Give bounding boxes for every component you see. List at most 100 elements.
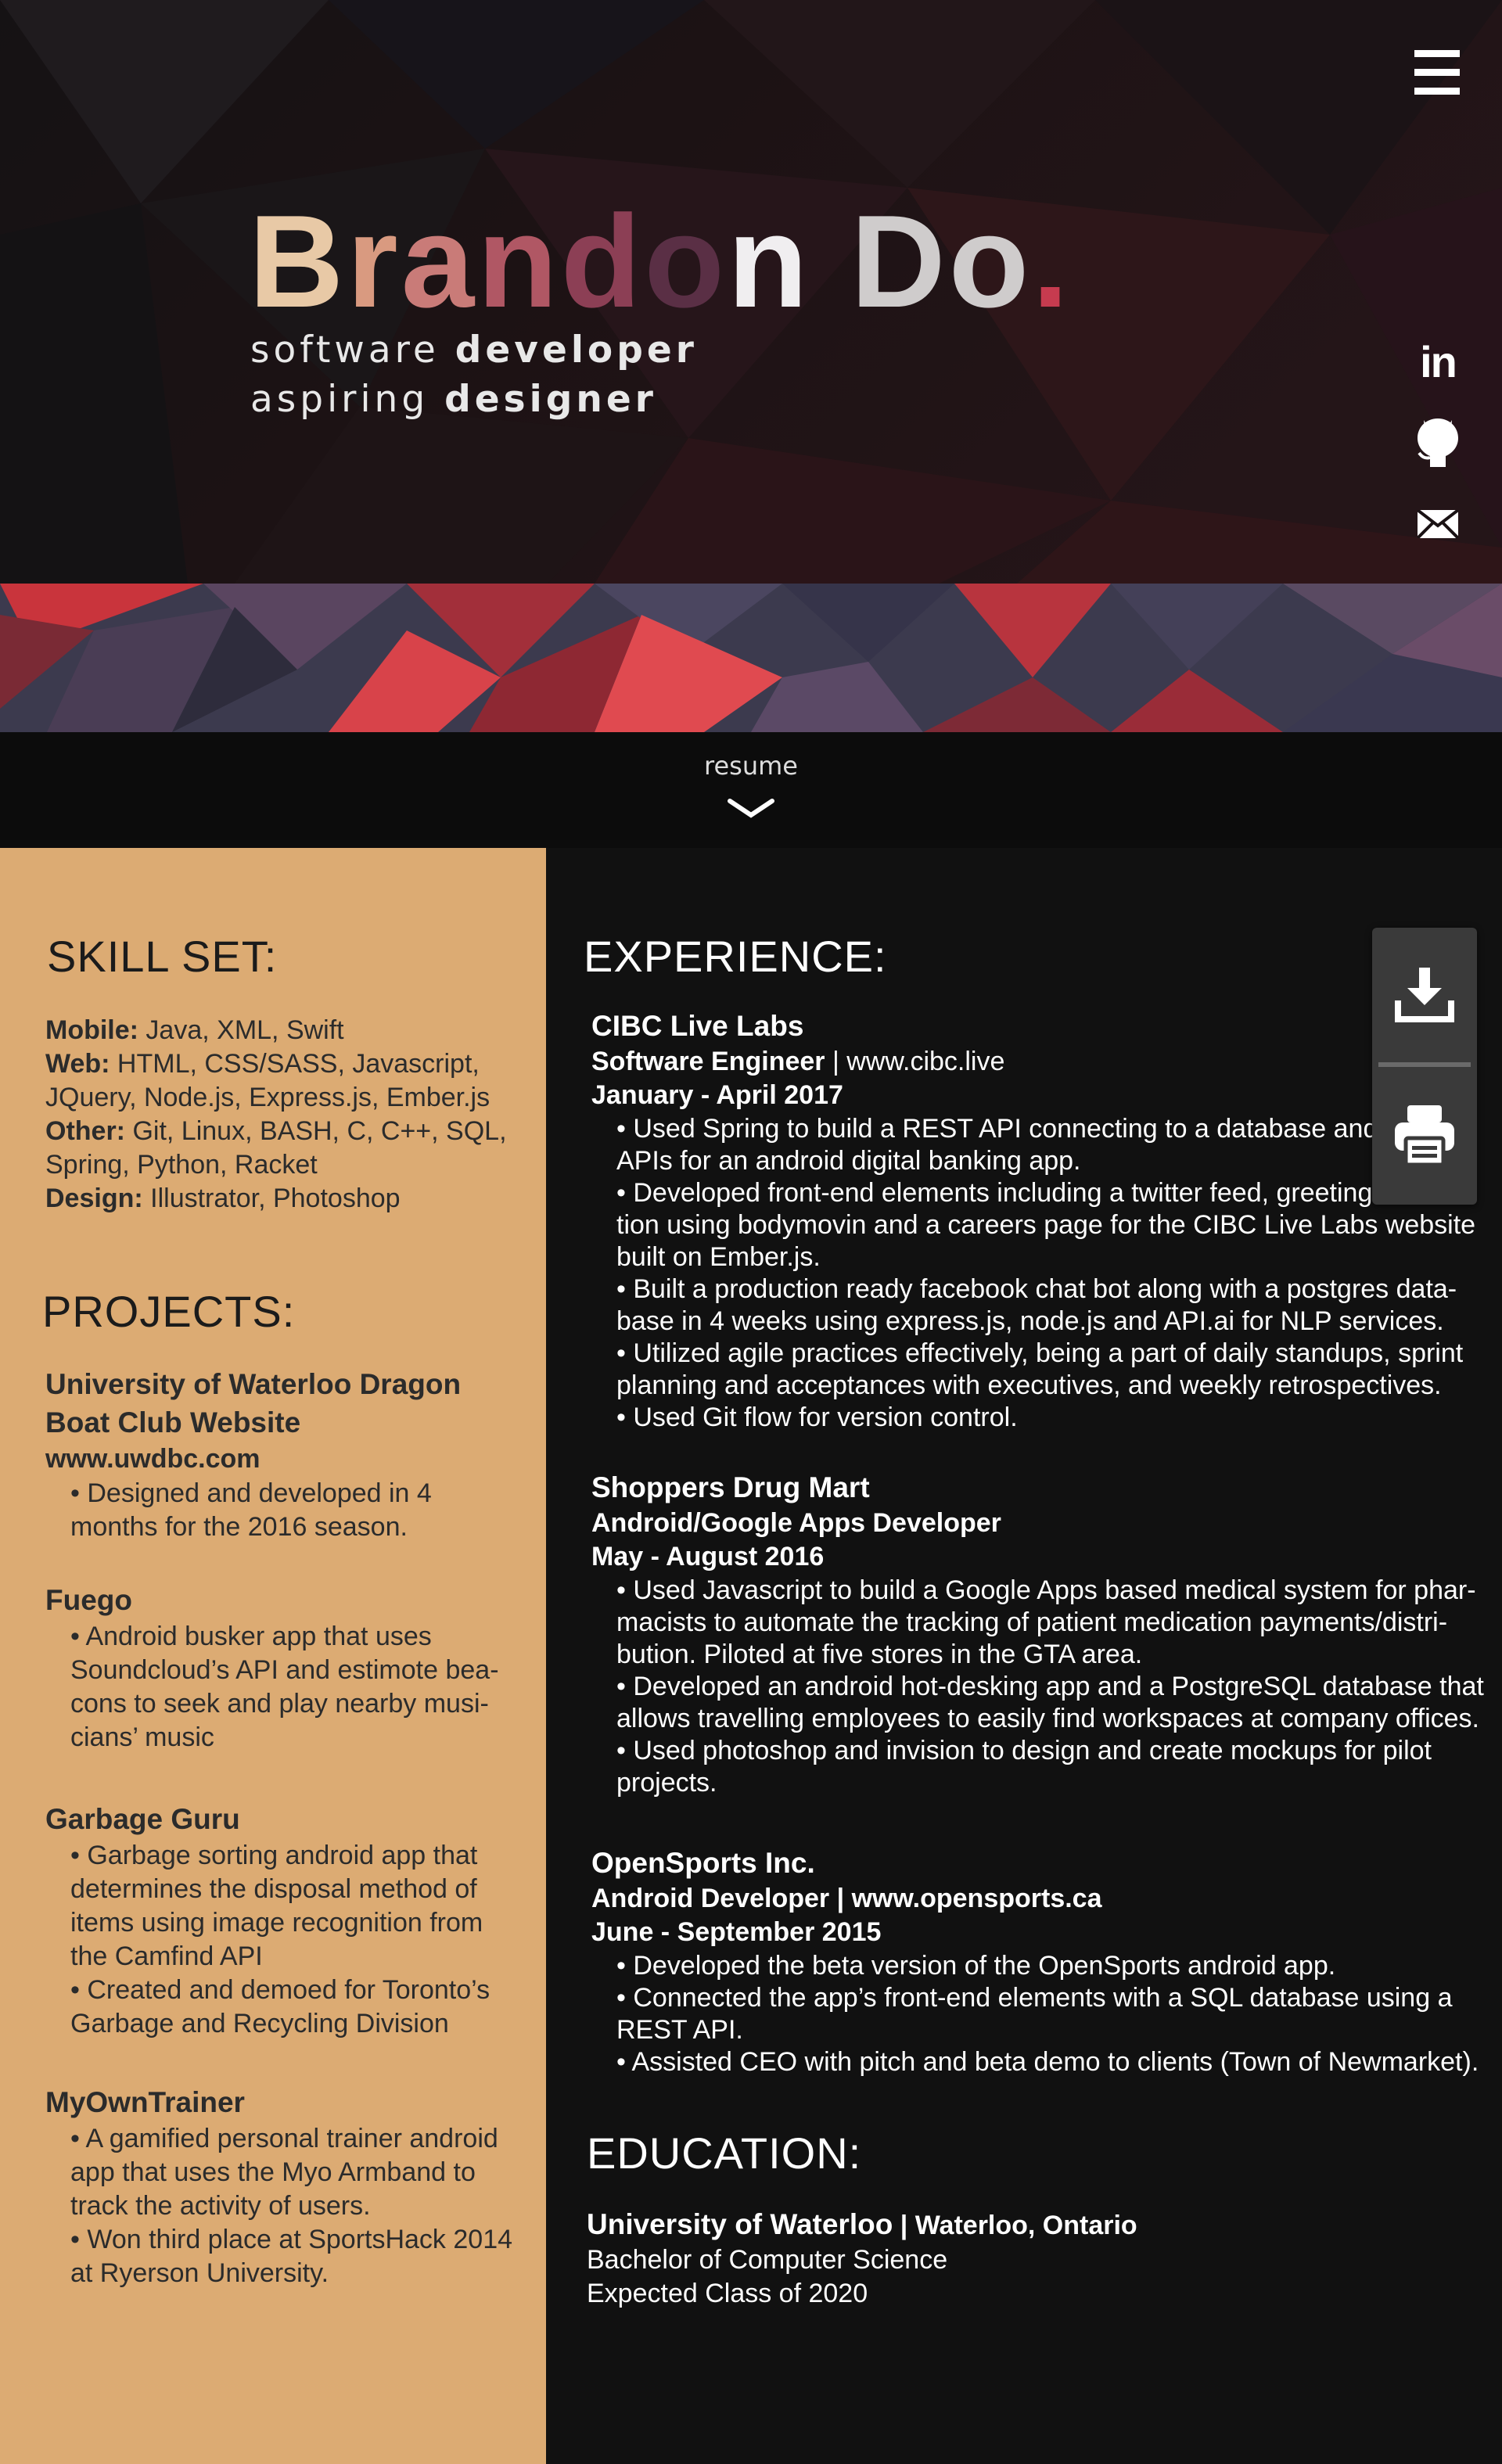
hero-name-letter: a xyxy=(401,188,478,335)
job-bullet: • Used Git flow for version control. xyxy=(616,1403,1018,1432)
linkedin-icon: in xyxy=(1420,336,1457,386)
hero-name-letter xyxy=(811,196,851,327)
job-bullet: tion using bodymovin and a careers page … xyxy=(616,1210,1476,1240)
printer-icon xyxy=(1395,1105,1454,1167)
job-role-link[interactable]: | www.opensports.ca xyxy=(829,1884,1102,1913)
resume-scroll-bar[interactable] xyxy=(0,732,1502,848)
project-title: Boat Club Website xyxy=(45,1406,301,1439)
project-desc: at Ryerson University. xyxy=(70,2258,329,2288)
project-desc: items using image recognition from xyxy=(70,1908,483,1938)
job-bullet: APIs for an android digital banking app. xyxy=(616,1146,1081,1176)
hero-name-letter: . xyxy=(1032,188,1072,335)
skills-heading: SKILL SET: xyxy=(47,932,278,981)
job-bullet: bution. Piloted at five stores in the GT… xyxy=(616,1640,1143,1669)
projects-heading: PROJECTS: xyxy=(42,1287,296,1336)
job-bullet: • Developed an android hot-desking app a… xyxy=(616,1672,1484,1701)
education-school: University of Waterloo | Waterloo, Ontar… xyxy=(587,2207,1137,2243)
project-desc: cons to seek and play nearby musi- xyxy=(70,1689,489,1719)
skill-row: Web: HTML, CSS/SASS, Javascript, xyxy=(45,1047,480,1081)
job-role-title: Software Engineer xyxy=(591,1047,825,1076)
project-title: University of Waterloo Dragon xyxy=(45,1368,462,1400)
skill-label: Web: xyxy=(45,1049,110,1079)
hero-name-letter: n xyxy=(477,188,561,335)
job-bullet: REST API. xyxy=(616,2015,743,2045)
job-bullet: macists to automate the tracking of pati… xyxy=(616,1607,1448,1637)
hero-name-letter: n xyxy=(728,188,811,335)
skill-text: Spring, Python, Racket xyxy=(45,1150,318,1180)
skill-row: Mobile: Java, XML, Swift xyxy=(45,1014,344,1047)
project-desc: determines the disposal method of xyxy=(70,1874,477,1904)
education-degree: Bachelor of Computer Science xyxy=(587,2245,948,2275)
lowpoly-band-art xyxy=(0,584,1502,732)
resume-link-label[interactable]: resume xyxy=(0,751,1502,781)
download-button[interactable] xyxy=(1372,928,1477,1061)
hero-tagline-2: aspiring designer xyxy=(250,378,657,421)
project-desc: months for the 2016 season. xyxy=(70,1512,408,1542)
job-company: CIBC Live Labs xyxy=(591,1010,804,1042)
chevron-down-icon[interactable] xyxy=(728,796,774,820)
skill-text: HTML, CSS/SASS, Javascript, xyxy=(110,1049,480,1079)
right-column: EXPERIENCE: CIBC Live Labs Software Engi… xyxy=(546,848,1502,2464)
project-desc: Garbage and Recycling Division xyxy=(70,2009,449,2038)
left-column: SKILL SET: Mobile: Java, XML, Swift Web:… xyxy=(0,848,546,2464)
tagline-bold-text: developer xyxy=(455,329,698,372)
skill-row: Other: Git, Linux, BASH, C, C++, SQL, xyxy=(45,1115,507,1148)
job-dates: May - August 2016 xyxy=(591,1542,825,1571)
project-desc: track the activity of users. xyxy=(70,2191,371,2221)
project-link[interactable]: www.uwdbc.com xyxy=(45,1442,261,1476)
project-title: Garbage Guru xyxy=(45,1803,240,1835)
education-class: Expected Class of 2020 xyxy=(587,2279,868,2308)
job-bullet: • Built a production ready facebook chat… xyxy=(616,1274,1457,1304)
job-bullet: built on Ember.js. xyxy=(616,1242,821,1272)
linkedin-link[interactable]: in xyxy=(1414,336,1461,386)
skill-row: Design: Illustrator, Photoshop xyxy=(45,1182,401,1216)
email-link[interactable] xyxy=(1414,501,1461,548)
job-role: Software Engineer | www.cibc.live xyxy=(591,1045,1004,1079)
skill-row: Spring, Python, Racket xyxy=(45,1148,318,1182)
project-title: Fuego xyxy=(45,1584,132,1616)
project-desc: the Camfind API xyxy=(70,1941,263,1971)
job-role-link[interactable]: | www.cibc.live xyxy=(825,1047,1004,1076)
job-bullet: • Assisted CEO with pitch and beta demo … xyxy=(616,2047,1479,2077)
skill-text: Java, XML, Swift xyxy=(138,1015,344,1045)
job-company: Shoppers Drug Mart xyxy=(591,1471,870,1503)
resume-tools-panel xyxy=(1372,928,1477,1205)
job-bullet: • Utilized agile practices effectively, … xyxy=(616,1338,1464,1368)
job-company: OpenSports Inc. xyxy=(591,1847,815,1879)
skill-text: Git, Linux, BASH, C, C++, SQL, xyxy=(125,1116,507,1146)
project-desc: cians’ music xyxy=(70,1722,214,1752)
print-button[interactable] xyxy=(1372,1069,1477,1201)
job-bullet: • Connected the app’s front-end elements… xyxy=(616,1983,1453,2013)
skill-row: JQuery, Node.js, Express.js, Ember.js xyxy=(45,1081,490,1115)
project-desc: • Designed and developed in 4 xyxy=(70,1478,432,1508)
school-location: | Waterloo, Ontario xyxy=(893,2211,1137,2240)
project-desc: • A gamified personal trainer android xyxy=(70,2124,498,2153)
experience-heading: EXPERIENCE: xyxy=(584,932,887,981)
school-name: University of Waterloo xyxy=(587,2208,893,2240)
project-desc: app that uses the Myo Armband to xyxy=(70,2157,476,2187)
project-title: MyOwnTrainer xyxy=(45,2086,245,2118)
project-desc: • Android busker app that uses xyxy=(70,1622,432,1651)
tagline-bold-text: designer xyxy=(444,378,657,421)
hero-name: Brandon Do. xyxy=(249,196,1072,327)
hamburger-menu-icon[interactable] xyxy=(1414,50,1460,95)
tagline-light-text: software xyxy=(250,329,455,372)
skill-text: Illustrator, Photoshop xyxy=(142,1184,401,1213)
skill-text: JQuery, Node.js, Express.js, Ember.js xyxy=(45,1083,490,1112)
project-desc: Soundcloud’s API and estimote bea- xyxy=(70,1655,499,1685)
hero-name-letter: D xyxy=(850,188,949,335)
hero-name-letter: o xyxy=(644,188,728,335)
skill-label: Design: xyxy=(45,1184,143,1213)
tagline-light-text: aspiring xyxy=(250,378,445,421)
hero-name-letter: d xyxy=(560,188,645,335)
job-bullet: • Developed the beta version of the Open… xyxy=(616,1951,1336,1981)
education-heading: EDUCATION: xyxy=(587,2128,862,2178)
skill-label: Other: xyxy=(45,1116,125,1146)
envelope-icon xyxy=(1418,510,1458,538)
job-bullet: • Developed front-end elements including… xyxy=(616,1178,1416,1208)
github-link[interactable] xyxy=(1414,418,1461,467)
github-icon xyxy=(1418,418,1458,467)
hero-section: Brandon Do. software developer aspiring … xyxy=(0,0,1502,584)
tools-divider xyxy=(1378,1062,1471,1067)
decorative-band xyxy=(0,584,1502,732)
